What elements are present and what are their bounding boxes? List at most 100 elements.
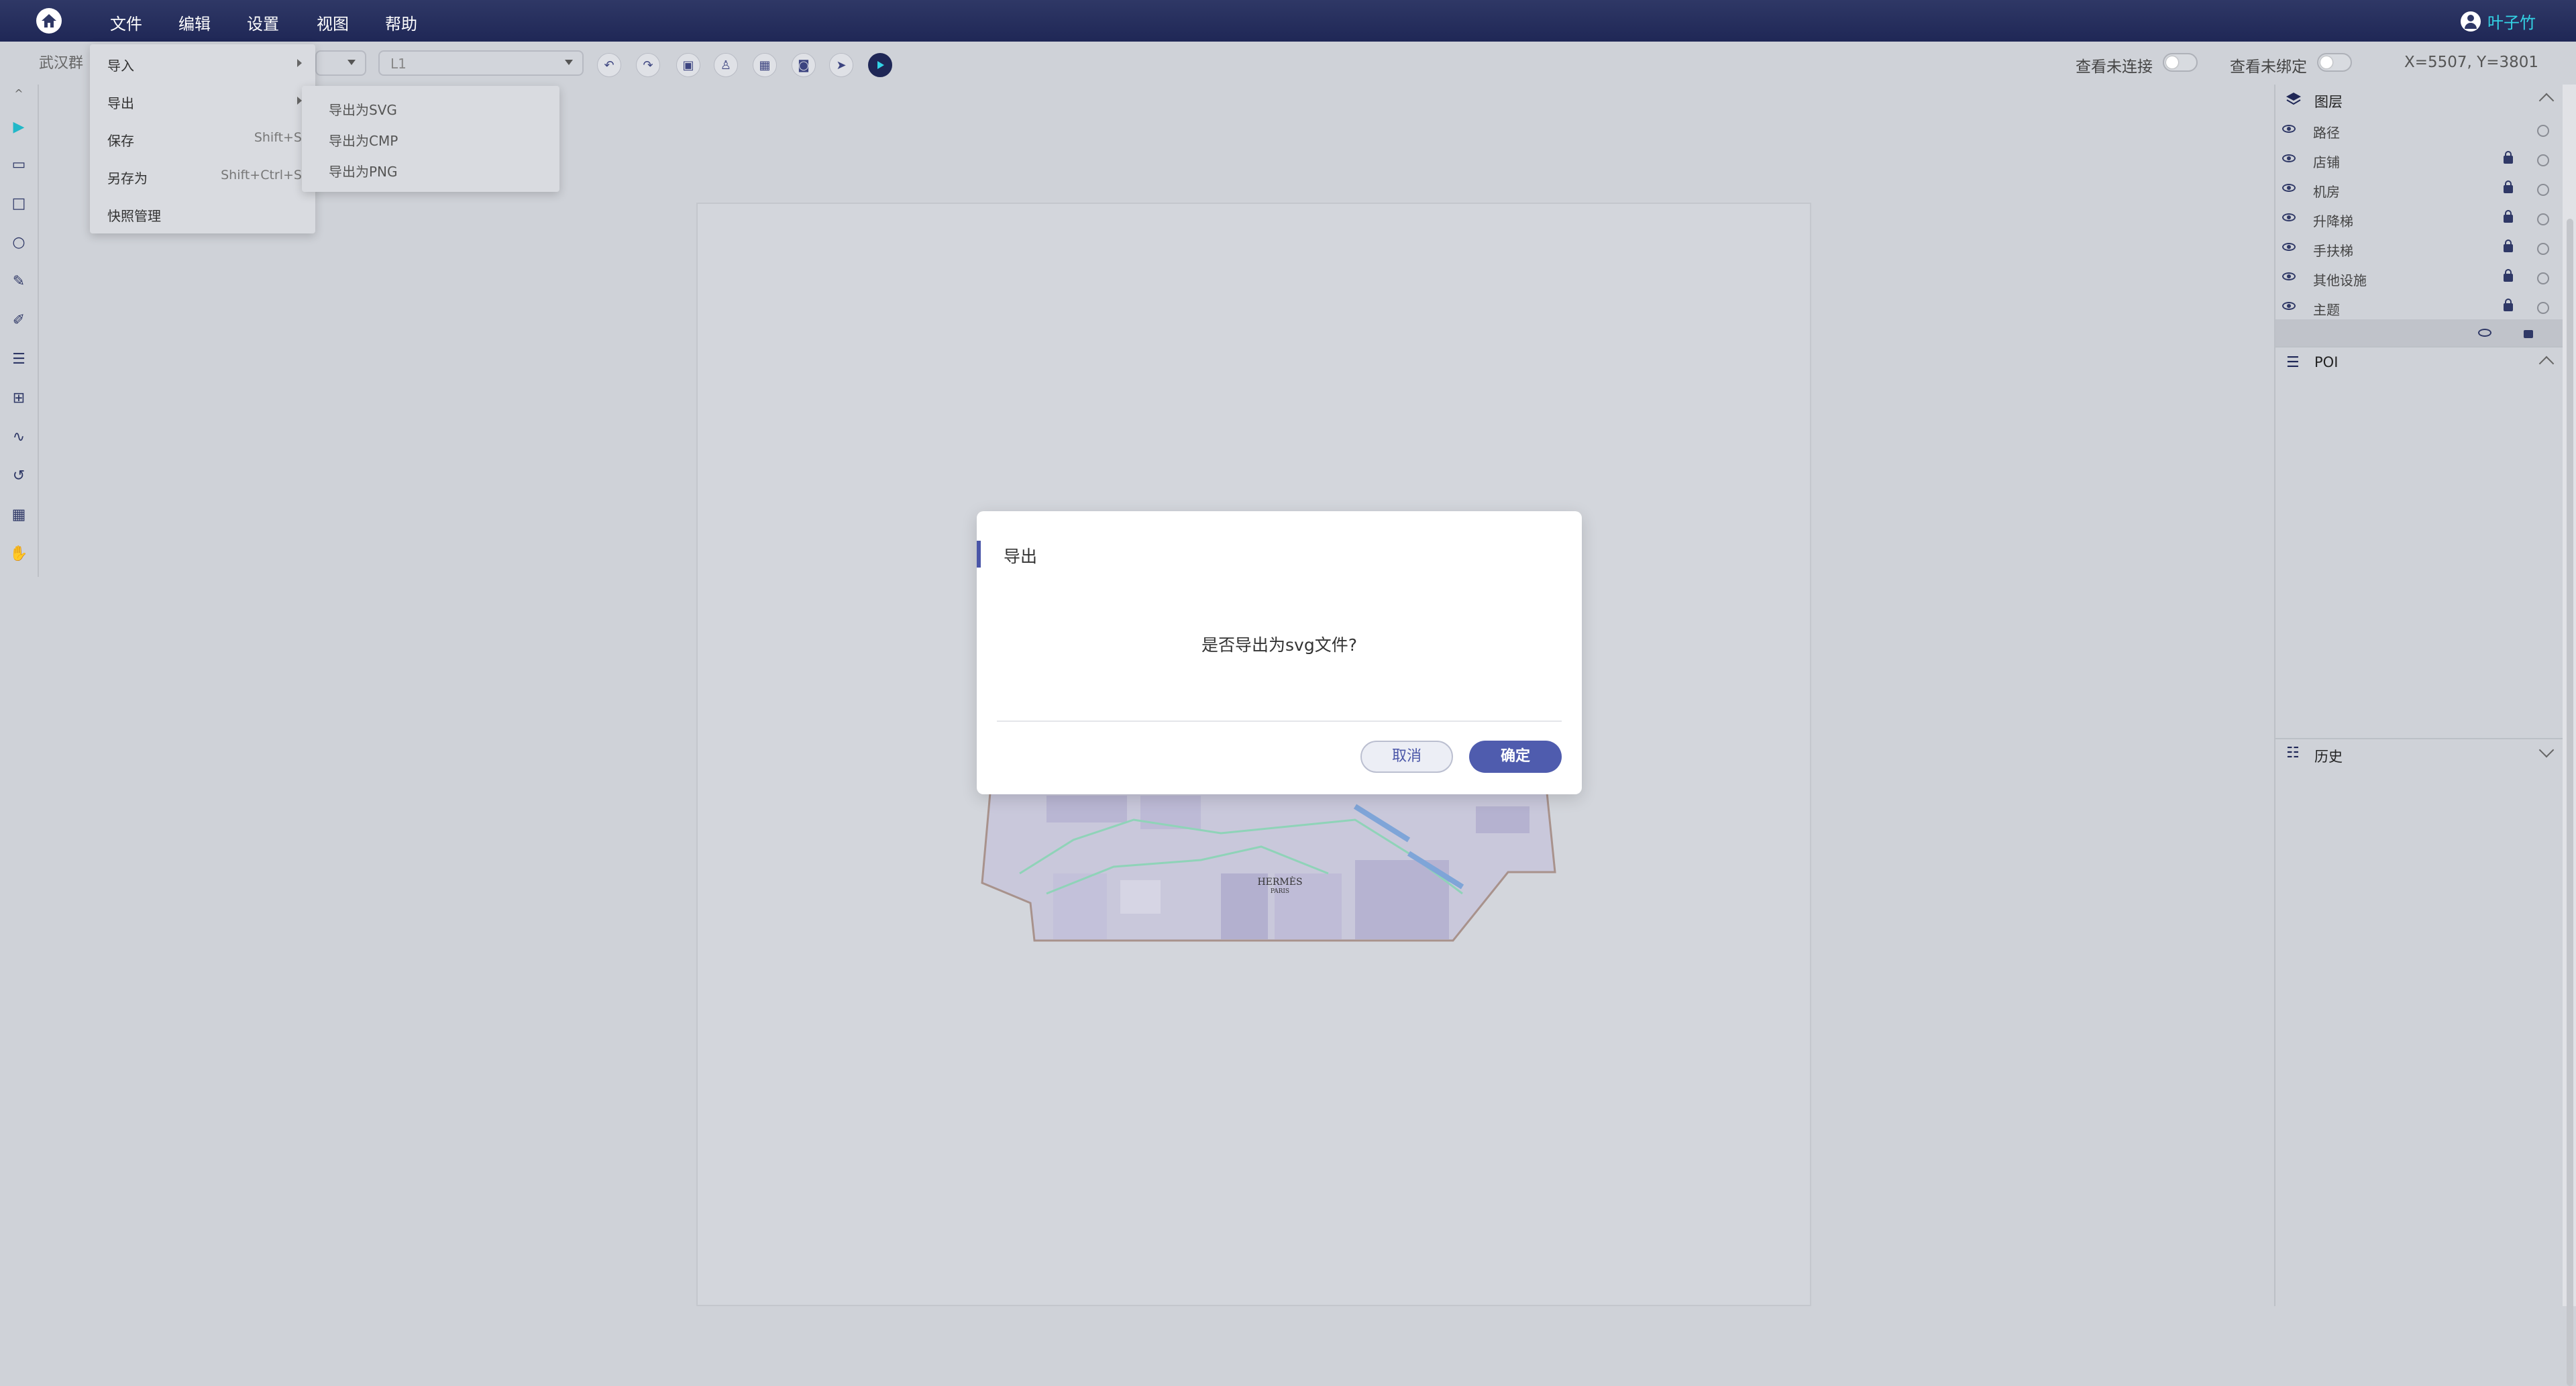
menu-item-snapshot[interactable]: 快照管理 bbox=[107, 205, 302, 225]
menu-item-import[interactable]: 导入 bbox=[107, 55, 302, 74]
hand-tool-icon[interactable]: ✋ bbox=[9, 545, 28, 564]
layer-row[interactable]: 路径 bbox=[2275, 117, 2564, 146]
align-tool-icon[interactable]: ☰ bbox=[9, 350, 28, 369]
snapshot-label: 快照管理 bbox=[107, 208, 161, 224]
lock-icon[interactable] bbox=[2504, 299, 2513, 311]
distribute-tool-icon[interactable]: ⊞ bbox=[9, 389, 28, 408]
menu-item-save[interactable]: 保存 Shift+S bbox=[107, 130, 302, 150]
expand-icon[interactable] bbox=[2538, 742, 2555, 758]
rect-small-tool-icon[interactable]: ▭ bbox=[9, 156, 28, 174]
eye-icon[interactable] bbox=[2282, 213, 2296, 221]
layer-radio[interactable] bbox=[2537, 154, 2549, 166]
menu-item-export[interactable]: 导出 bbox=[107, 93, 302, 112]
ellipse-tool-icon[interactable]: ○ bbox=[9, 233, 28, 252]
lock-icon[interactable] bbox=[2504, 210, 2513, 223]
eye-icon[interactable] bbox=[2282, 243, 2296, 251]
shop-block bbox=[1140, 796, 1201, 829]
building-select[interactable] bbox=[315, 50, 366, 76]
confirm-button[interactable]: 确定 bbox=[1469, 741, 1562, 773]
menu-help[interactable]: 帮助 bbox=[385, 11, 417, 34]
export-png-item[interactable]: 导出为PNG bbox=[329, 161, 398, 180]
shirt-icon: ♙ bbox=[720, 58, 732, 72]
image-button[interactable]: ▦ bbox=[753, 53, 777, 77]
layer-radio[interactable] bbox=[2537, 184, 2549, 196]
layer-radio[interactable] bbox=[2537, 125, 2549, 137]
pen-tool-icon[interactable]: ✎ bbox=[9, 272, 28, 291]
top-bar: 文件 编辑 设置 视图 帮助 叶子竹 bbox=[0, 0, 2576, 42]
user-account[interactable]: 叶子竹 bbox=[2461, 9, 2536, 33]
lock-icon[interactable] bbox=[2504, 180, 2513, 193]
lock-icon[interactable] bbox=[2524, 330, 2533, 338]
rotate-tool-icon[interactable]: ↺ bbox=[9, 467, 28, 486]
layer-row[interactable]: 其他设施 bbox=[2275, 264, 2564, 294]
cursor-coordinates: X=5507, Y=3801 bbox=[2404, 54, 2539, 71]
eye-icon[interactable] bbox=[2282, 272, 2296, 280]
send-button[interactable]: ➤ bbox=[829, 53, 853, 77]
collapse-icon[interactable]: ^ bbox=[9, 85, 28, 103]
select-tool-icon[interactable]: ▶ bbox=[9, 118, 28, 137]
layer-row[interactable]: 店铺 bbox=[2275, 146, 2564, 176]
layer-radio[interactable] bbox=[2537, 272, 2549, 284]
history-header[interactable]: ☷ 历史 bbox=[2275, 738, 2564, 769]
theme-button[interactable]: ♙ bbox=[714, 53, 738, 77]
unconnected-label: 查看未连接 bbox=[2076, 58, 2153, 76]
logo-line2: PARIS bbox=[1270, 888, 1290, 895]
layer-radio[interactable] bbox=[2537, 243, 2549, 255]
export-svg-item[interactable]: 导出为SVG bbox=[329, 99, 397, 119]
layer-controls-row bbox=[2275, 319, 2564, 348]
rectangle-tool-icon[interactable]: □ bbox=[9, 195, 28, 213]
cancel-button[interactable]: 取消 bbox=[1360, 741, 1453, 773]
layers-header[interactable]: 图层 bbox=[2275, 85, 2564, 114]
path-tool-icon[interactable]: ∿ bbox=[9, 428, 28, 447]
poi-header[interactable]: ☰ POI bbox=[2275, 346, 2564, 377]
export-cmp-item[interactable]: 导出为CMP bbox=[329, 130, 398, 150]
save-shortcut: Shift+S bbox=[254, 130, 302, 145]
chevron-right-icon bbox=[297, 59, 302, 67]
layer-radio[interactable] bbox=[2537, 302, 2549, 314]
eye-icon[interactable] bbox=[2478, 329, 2491, 337]
toolbar: 武汉群 L1 ↶ ↷ ▣ ♙ ▦ ◙ ➤ 查看未连接 查看未绑定 X=5507,… bbox=[0, 42, 2563, 85]
eye-icon[interactable] bbox=[2282, 154, 2296, 162]
save-button[interactable]: ▣ bbox=[676, 53, 700, 77]
redo-button[interactable]: ↷ bbox=[636, 53, 660, 77]
home-button[interactable] bbox=[36, 8, 62, 34]
unbound-toggle[interactable] bbox=[2317, 53, 2352, 72]
poi-title: POI bbox=[2314, 354, 2339, 370]
floor-select[interactable]: L1 bbox=[378, 50, 584, 76]
undo-icon: ↶ bbox=[604, 58, 614, 72]
preview-button[interactable] bbox=[868, 53, 892, 77]
lock-icon[interactable] bbox=[2504, 151, 2513, 164]
grid-tool-icon[interactable]: ▦ bbox=[9, 506, 28, 525]
dialog-title: 导出 bbox=[1004, 547, 1038, 566]
layers-title: 图层 bbox=[2314, 94, 2343, 110]
menu-edit[interactable]: 编辑 bbox=[178, 11, 211, 34]
layer-label: 机房 bbox=[2313, 184, 2340, 200]
scrollbar-thumb[interactable] bbox=[2567, 219, 2573, 1386]
lock-icon[interactable] bbox=[2504, 239, 2513, 252]
scrollbar[interactable] bbox=[2563, 85, 2576, 1386]
file-menu: 导入 导出 保存 Shift+S 另存为 Shift+Ctrl+S 快照管理 bbox=[90, 44, 315, 233]
unconnected-toggle[interactable] bbox=[2163, 53, 2198, 72]
node-tool-icon[interactable]: ✐ bbox=[9, 311, 28, 330]
layer-radio[interactable] bbox=[2537, 213, 2549, 225]
camera-button[interactable]: ◙ bbox=[792, 53, 816, 77]
import-label: 导入 bbox=[107, 58, 134, 74]
undo-button[interactable]: ↶ bbox=[597, 53, 621, 77]
layer-row[interactable]: 升降梯 bbox=[2275, 205, 2564, 235]
menu-file[interactable]: 文件 bbox=[110, 11, 142, 34]
eye-icon[interactable] bbox=[2282, 125, 2296, 133]
layer-label: 店铺 bbox=[2313, 154, 2340, 170]
collapse-icon[interactable] bbox=[2538, 356, 2555, 372]
project-select[interactable]: 武汉群 bbox=[39, 51, 83, 72]
menu-settings[interactable]: 设置 bbox=[247, 11, 279, 34]
layer-row[interactable]: 手扶梯 bbox=[2275, 235, 2564, 264]
layer-row[interactable]: 机房 bbox=[2275, 176, 2564, 205]
eye-icon[interactable] bbox=[2282, 184, 2296, 192]
sliders-icon: ☰ bbox=[2286, 354, 2300, 371]
collapse-icon[interactable] bbox=[2538, 93, 2555, 109]
menu-item-save-as[interactable]: 另存为 Shift+Ctrl+S bbox=[107, 168, 302, 187]
eye-icon[interactable] bbox=[2282, 302, 2296, 310]
lock-icon[interactable] bbox=[2504, 269, 2513, 282]
home-icon bbox=[42, 14, 56, 28]
menu-view[interactable]: 视图 bbox=[317, 11, 349, 34]
